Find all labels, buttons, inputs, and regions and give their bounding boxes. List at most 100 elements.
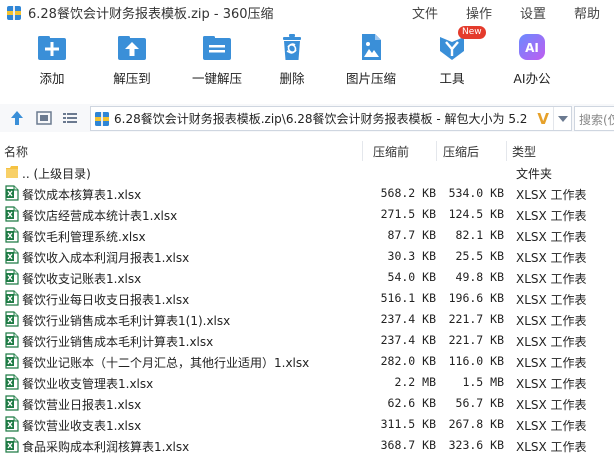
file-name: 餐饮行业每日收支日报表1.xlsx — [22, 293, 190, 307]
xlsx-file-icon — [5, 290, 19, 309]
file-name: 食品采购成本利润核算表1.xlsx — [22, 440, 190, 454]
file-type: XLSX 工作表 — [516, 335, 587, 349]
file-row[interactable]: 餐饮毛利管理系统.xlsx 87.7 KB 82.1 KB XLSX 工作表 — [0, 225, 614, 246]
window-title: 6.28餐饮会计财务报表模板.zip - 360压缩 — [28, 7, 274, 22]
packed-size: 2.2 MB — [394, 375, 436, 389]
file-row[interactable]: 食品采购成本利润核算表1.xlsx 368.7 KB 323.6 KB XLSX 工作… — [0, 435, 614, 456]
file-row[interactable]: 餐饮收入成本利润月报表1.xlsx 30.3 KB 25.5 KB XLSX 工作表 — [0, 246, 614, 267]
vip-badge-icon[interactable]: V — [537, 110, 549, 128]
menu-settings[interactable]: 设置 — [506, 3, 560, 22]
file-name: .. (上级目录) — [22, 167, 91, 181]
column-divider[interactable] — [362, 141, 363, 161]
file-type: 文件夹 — [516, 167, 553, 181]
packed-size: 62.6 KB — [387, 396, 436, 410]
tools-button[interactable]: New 工具 — [412, 26, 492, 87]
one-click-extract-button[interactable]: 一键解压 — [177, 28, 257, 87]
file-row[interactable]: 餐饮店经营成本统计表1.xlsx 271.5 KB 124.5 KB XLSX 工作表 — [0, 204, 614, 225]
column-packed[interactable]: 压缩前 — [373, 143, 409, 160]
image-compress-button[interactable]: 图片压缩 — [331, 28, 411, 87]
column-divider[interactable] — [436, 141, 437, 161]
file-list: .. (上级目录) 文件夹 餐饮成本核算表1.xlsx 568.2 KB 534.0 K… — [0, 162, 614, 456]
extract-to-icon — [118, 36, 146, 60]
xlsx-file-icon — [5, 248, 19, 267]
file-type: XLSX 工作表 — [516, 272, 587, 286]
xlsx-file-icon — [5, 374, 19, 393]
thumbnail-view-icon[interactable] — [36, 110, 52, 126]
file-row[interactable]: 餐饮收支记账表1.xlsx 54.0 KB 49.8 KB XLSX 工作表 — [0, 267, 614, 288]
file-type: XLSX 工作表 — [516, 377, 587, 391]
file-name: 餐饮收入成本利润月报表1.xlsx — [22, 251, 190, 265]
file-row[interactable]: 餐饮业收支管理表1.xlsx 2.2 MB 1.5 MB XLSX 工作表 — [0, 372, 614, 393]
path-field[interactable]: 6.28餐饮会计财务报表模板.zip\6.28餐饮会计财务报表模板 - 解包大小… — [90, 106, 572, 131]
file-name: 餐饮业记账本（十二个月汇总，其他行业适用）1.xlsx — [22, 356, 310, 370]
ai-office-button[interactable]: AI AI办公 — [492, 28, 572, 87]
xlsx-file-icon — [5, 185, 19, 204]
menu-operate[interactable]: 操作 — [452, 3, 506, 22]
file-type: XLSX 工作表 — [516, 314, 587, 328]
file-row[interactable]: 餐饮行业每日收支日报表1.xlsx 516.1 KB 196.6 KB XLSX 工作… — [0, 288, 614, 309]
column-name[interactable]: 名称 — [4, 143, 28, 160]
file-type: XLSX 工作表 — [516, 356, 587, 370]
one-click-extract-icon — [203, 36, 231, 60]
unpacked-size: 25.5 KB — [455, 249, 504, 263]
unpacked-size: 124.5 KB — [448, 207, 504, 221]
xlsx-file-icon — [5, 437, 19, 456]
trash-icon — [283, 34, 301, 60]
chevron-down-icon — [557, 115, 568, 122]
unpacked-size: 49.8 KB — [455, 270, 504, 284]
packed-size: 271.5 KB — [380, 207, 436, 221]
packed-size: 237.4 KB — [380, 333, 436, 347]
packed-size: 54.0 KB — [387, 270, 436, 284]
file-name: 餐饮毛利管理系统.xlsx — [22, 230, 146, 244]
file-name: 餐饮行业销售成本毛利计算表1.xlsx — [22, 335, 214, 349]
file-name: 餐饮成本核算表1.xlsx — [22, 188, 142, 202]
file-row[interactable]: 餐饮营业日报表1.xlsx 62.6 KB 56.7 KB XLSX 工作表 — [0, 393, 614, 414]
file-type: XLSX 工作表 — [516, 251, 587, 265]
unpacked-size: 323.6 KB — [448, 438, 504, 452]
unpacked-size: 56.7 KB — [455, 396, 504, 410]
xlsx-file-icon — [5, 227, 19, 246]
packed-size: 311.5 KB — [380, 417, 436, 431]
folder-icon — [5, 164, 19, 183]
extract-to-button[interactable]: 解压到 — [92, 28, 172, 87]
file-row[interactable]: 餐饮业记账本（十二个月汇总，其他行业适用）1.xlsx 282.0 KB 116.0… — [0, 351, 614, 372]
menu-file[interactable]: 文件 — [398, 3, 452, 22]
file-name: 餐饮收支记账表1.xlsx — [22, 272, 142, 286]
zip-file-icon — [95, 111, 109, 126]
file-row[interactable]: 餐饮行业销售成本毛利计算表1.xlsx 237.4 KB 221.7 KB XLSX … — [0, 330, 614, 351]
file-row[interactable]: 餐饮营业收支表1.xlsx 311.5 KB 267.8 KB XLSX 工作表 — [0, 414, 614, 435]
file-name: 餐饮营业收支表1.xlsx — [22, 419, 142, 433]
column-divider[interactable] — [506, 141, 507, 161]
path-text: 6.28餐饮会计财务报表模板.zip\6.28餐饮会计财务报表模板 - 解包大小… — [114, 112, 528, 126]
delete-button[interactable]: 删除 — [252, 28, 332, 87]
file-type: XLSX 工作表 — [516, 230, 587, 244]
column-unpacked[interactable]: 压缩后 — [443, 143, 479, 160]
file-row[interactable]: 餐饮成本核算表1.xlsx 568.2 KB 534.0 KB XLSX 工作表 — [0, 183, 614, 204]
menu-bar: 文件 操作 设置 帮助 — [398, 3, 614, 22]
file-type: XLSX 工作表 — [516, 209, 587, 223]
unpacked-size: 82.1 KB — [455, 228, 504, 242]
packed-size: 87.7 KB — [387, 228, 436, 242]
file-name: 餐饮行业销售成本毛利计算表1(1).xlsx — [22, 314, 231, 328]
menu-help[interactable]: 帮助 — [560, 3, 614, 22]
unpacked-size: 196.6 KB — [448, 291, 504, 305]
unpacked-size: 1.5 MB — [462, 375, 504, 389]
file-type: XLSX 工作表 — [516, 293, 587, 307]
archive-window: 6.28餐饮会计财务报表模板.zip - 360压缩 文件 操作 设置 帮助 添… — [0, 0, 614, 474]
file-name: 餐饮业收支管理表1.xlsx — [22, 377, 154, 391]
column-type[interactable]: 类型 — [512, 143, 536, 160]
column-header-row: 名称 压缩前 压缩后 类型 — [0, 141, 614, 161]
xlsx-file-icon — [5, 353, 19, 372]
add-button[interactable]: 添加 — [12, 28, 92, 87]
packed-size: 568.2 KB — [380, 186, 436, 200]
file-type: XLSX 工作表 — [516, 440, 587, 454]
list-view-icon[interactable] — [62, 110, 78, 126]
xlsx-file-icon — [5, 416, 19, 435]
unpacked-size: 116.0 KB — [448, 354, 504, 368]
xlsx-file-icon — [5, 206, 19, 225]
file-row[interactable]: 餐饮行业销售成本毛利计算表1(1).xlsx 237.4 KB 221.7 KB XL… — [0, 309, 614, 330]
path-dropdown-button[interactable] — [553, 107, 571, 130]
parent-folder-row[interactable]: .. (上级目录) 文件夹 — [0, 162, 614, 183]
up-arrow-icon[interactable] — [10, 110, 24, 126]
search-input[interactable]: 搜索(仅 — [574, 106, 614, 131]
